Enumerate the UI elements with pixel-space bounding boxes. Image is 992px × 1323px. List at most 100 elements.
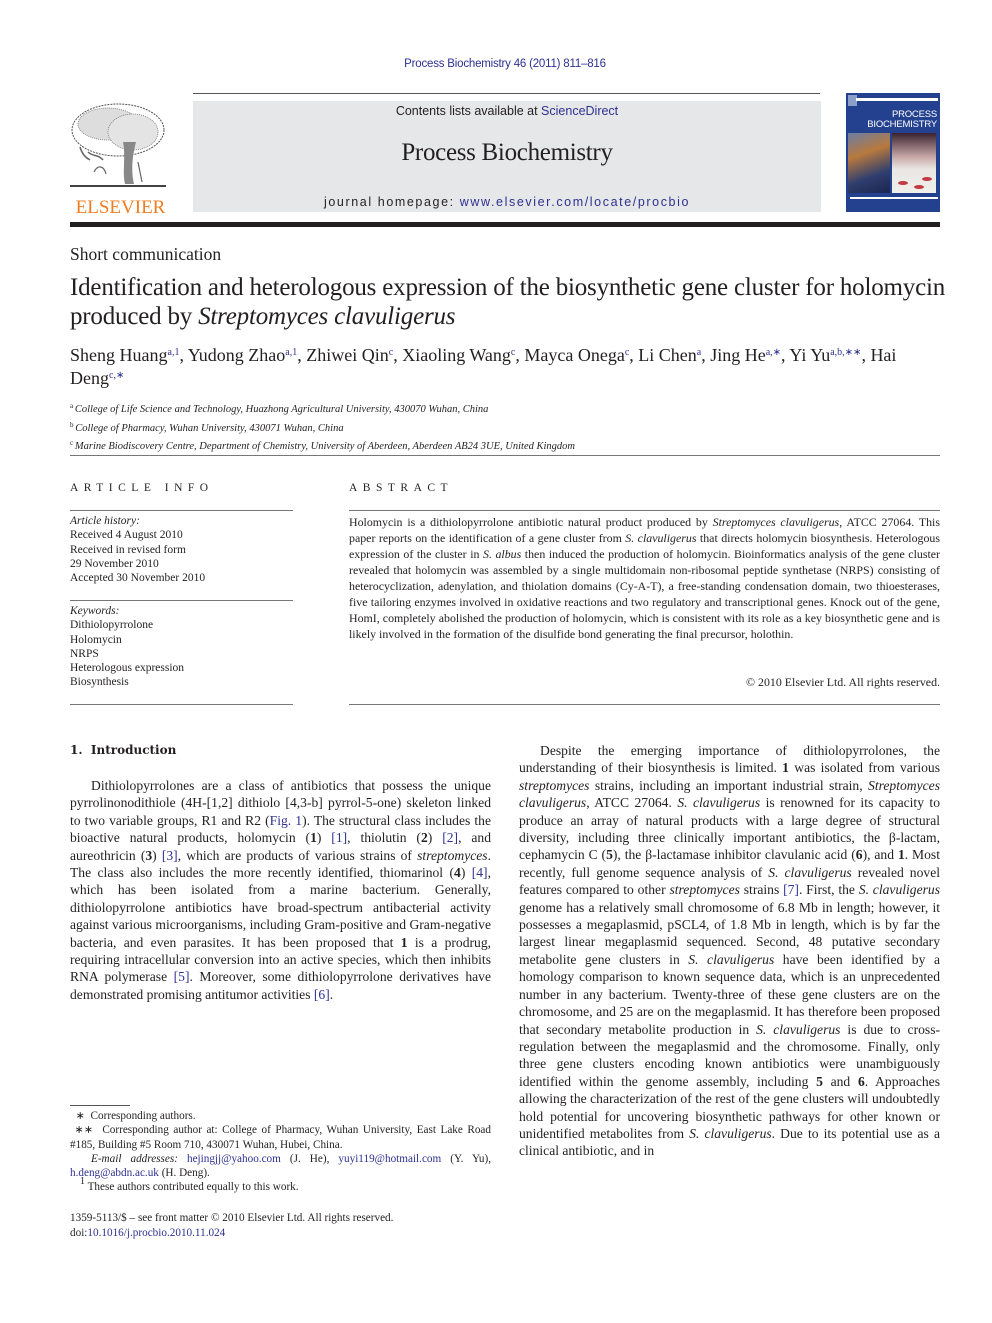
journal-cover-image[interactable]: PROCESS BIOCHEMISTRY <box>846 93 940 212</box>
species-name: S. clavuligerus <box>677 795 761 811</box>
abstract-rule <box>349 704 940 705</box>
compound-number: 5 <box>816 1073 823 1089</box>
compound-number: 6 <box>857 1073 865 1089</box>
journal-citation-link[interactable]: Process Biochemistry 46 (2011) 811–816 <box>0 58 992 70</box>
cover-photo-lab <box>848 133 890 193</box>
email-link[interactable]: hejingjj@yahoo.com <box>187 1153 281 1165</box>
text-run: , which are products of various strains … <box>177 847 418 863</box>
email-owner: (H. Deng). <box>158 1167 210 1180</box>
text-run: ), and <box>862 847 898 863</box>
author[interactable]: Jing Hea,∗ <box>710 345 781 365</box>
affiliation-text: College of Pharmacy, Wuhan University, 4… <box>75 422 344 434</box>
title-species: Streptomyces clavuligerus <box>198 303 456 330</box>
author-affiliation-marker[interactable]: a,∗ <box>766 347 781 358</box>
reference-link[interactable]: [5] <box>174 969 190 984</box>
contents-available-line: Contents lists available at ScienceDirec… <box>193 104 821 118</box>
author[interactable]: Yudong Zhaoa,1 <box>188 345 297 365</box>
author-affiliation-marker[interactable]: a,1 <box>168 347 180 358</box>
author-separator: , <box>297 345 307 365</box>
elsevier-wordmark: ELSEVIER <box>75 197 166 218</box>
sciencedirect-link[interactable]: ScienceDirect <box>541 104 618 118</box>
author[interactable]: Li Chena <box>638 345 701 365</box>
text-run: . First, the <box>798 882 859 898</box>
keyword[interactable]: Holomycin <box>70 633 293 647</box>
reference-link[interactable]: [6] <box>314 987 330 1002</box>
elsevier-logo[interactable]: ELSEVIER <box>68 100 173 218</box>
compound-number: 1 <box>782 760 789 776</box>
author-name[interactable]: Xiaoling Wang <box>402 345 511 365</box>
body-paragraph-left: Dithiolopyrrolones are a class of antibi… <box>70 777 491 1003</box>
elsevier-tree-icon <box>70 103 166 187</box>
author-separator: , <box>629 345 639 365</box>
homepage-prefix: journal homepage: <box>323 195 460 209</box>
email-link[interactable]: yuyi119@hotmail.com <box>338 1153 441 1165</box>
text-run: ) <box>152 847 162 863</box>
author-affiliation-marker[interactable]: c,∗ <box>109 370 124 381</box>
reference-link[interactable]: [1] <box>331 830 347 845</box>
info-rule <box>70 510 293 511</box>
reference-link[interactable]: Fig. 1 <box>270 813 302 828</box>
footnote-emails: E-mail addresses: hejingjj@yahoo.com (J.… <box>70 1152 491 1181</box>
body-paragraph-right: Despite the emerging importance of dithi… <box>519 742 940 1160</box>
reference-link[interactable]: [7] <box>783 882 799 897</box>
info-rule <box>70 600 293 601</box>
header-thick-rule <box>70 222 940 227</box>
compound-number: 4 <box>454 865 461 881</box>
author[interactable]: Mayca Onegac <box>524 345 629 365</box>
history-list: Received 4 August 2010 Received in revise… <box>70 528 293 585</box>
history-label: Article history: <box>70 515 140 527</box>
journal-homepage-link[interactable]: www.elsevier.com/locate/procbio <box>460 195 690 209</box>
reference-link[interactable]: [4] <box>472 865 488 880</box>
compound-number: 1 <box>310 830 317 846</box>
footnote-equal-contribution: 1 These authors contributed equally to t… <box>70 1177 491 1194</box>
affiliation: c Marine Biodiscovery Centre, Department… <box>70 436 950 455</box>
journal-title: Process Biochemistry <box>401 139 613 166</box>
author-name[interactable]: Li Chen <box>638 345 697 365</box>
keyword[interactable]: Heterologous expression <box>70 661 293 675</box>
author-name[interactable]: Yudong Zhao <box>188 345 286 365</box>
affiliation-text: Marine Biodiscovery Centre, Department o… <box>74 441 575 452</box>
text-run: strains <box>739 882 784 898</box>
journal-masthead: Contents lists available at ScienceDirec… <box>193 101 821 212</box>
abstract-copyright: © 2010 Elsevier Ltd. All rights reserved… <box>746 675 940 689</box>
text-run: . <box>329 986 334 1002</box>
author-name[interactable]: Yi Yu <box>789 345 830 365</box>
text-run: was isolated from various <box>788 760 940 776</box>
author-name[interactable]: Sheng Huang <box>70 345 168 365</box>
author-name[interactable]: Zhiwei Qin <box>306 345 389 365</box>
article-info-heading: ARTICLE INFO <box>70 482 214 494</box>
author-affiliation-marker[interactable]: a,1 <box>285 347 297 358</box>
reference-link[interactable]: [2] <box>442 830 458 845</box>
email-owner: (Y. Yu), <box>441 1152 491 1165</box>
author[interactable]: Yi Yua,b,∗∗ <box>789 345 861 365</box>
issn-line: 1359-5113/$ – see front matter © 2010 El… <box>70 1212 394 1224</box>
author[interactable]: Sheng Huanga,1 <box>70 345 179 365</box>
species-name: streptomyces <box>669 882 740 898</box>
author[interactable]: Xiaoling Wangc <box>402 345 515 365</box>
history-item: Received in revised form <box>70 543 186 556</box>
species-name: S. clavuligerus <box>689 1125 772 1141</box>
author-list: Sheng Huanga,1, Yudong Zhaoa,1, Zhiwei Q… <box>70 344 950 390</box>
keyword[interactable]: Dithiolopyrrolone <box>70 618 293 632</box>
history-item: Accepted 30 November 2010 <box>70 572 206 585</box>
author-name[interactable]: Mayca Onega <box>524 345 624 365</box>
compound-number: 6 <box>855 847 863 863</box>
reference-link[interactable]: [3] <box>162 848 178 863</box>
keyword[interactable]: Biosynthesis <box>70 675 293 689</box>
author[interactable]: Zhiwei Qinc <box>306 345 393 365</box>
species-name: Streptomyces clavuligerus <box>712 515 840 529</box>
keyword[interactable]: NRPS <box>70 647 293 661</box>
contents-prefix: Contents lists available at <box>395 104 542 118</box>
front-matter: 1359-5113/$ – see front matter © 2010 El… <box>70 1211 491 1241</box>
affiliation-list: a College of Life Science and Technology… <box>70 399 950 455</box>
article-type: Short communication <box>70 244 222 264</box>
text-run: strains, including an important industri… <box>589 777 869 793</box>
author-affiliation-marker[interactable]: a,b,∗∗ <box>830 347 861 358</box>
affiliation: a College of Life Science and Technology… <box>70 399 950 418</box>
author-separator: , <box>179 345 188 365</box>
footnote-corresponding-address: ∗∗ Corresponding author at: College of P… <box>70 1124 494 1151</box>
doi-link[interactable]: 10.1016/j.procbio.2010.11.024 <box>87 1227 225 1239</box>
author-name[interactable]: Jing He <box>710 345 766 365</box>
keywords-label: Keywords: <box>70 605 120 617</box>
compound-number: 1 <box>400 934 408 950</box>
